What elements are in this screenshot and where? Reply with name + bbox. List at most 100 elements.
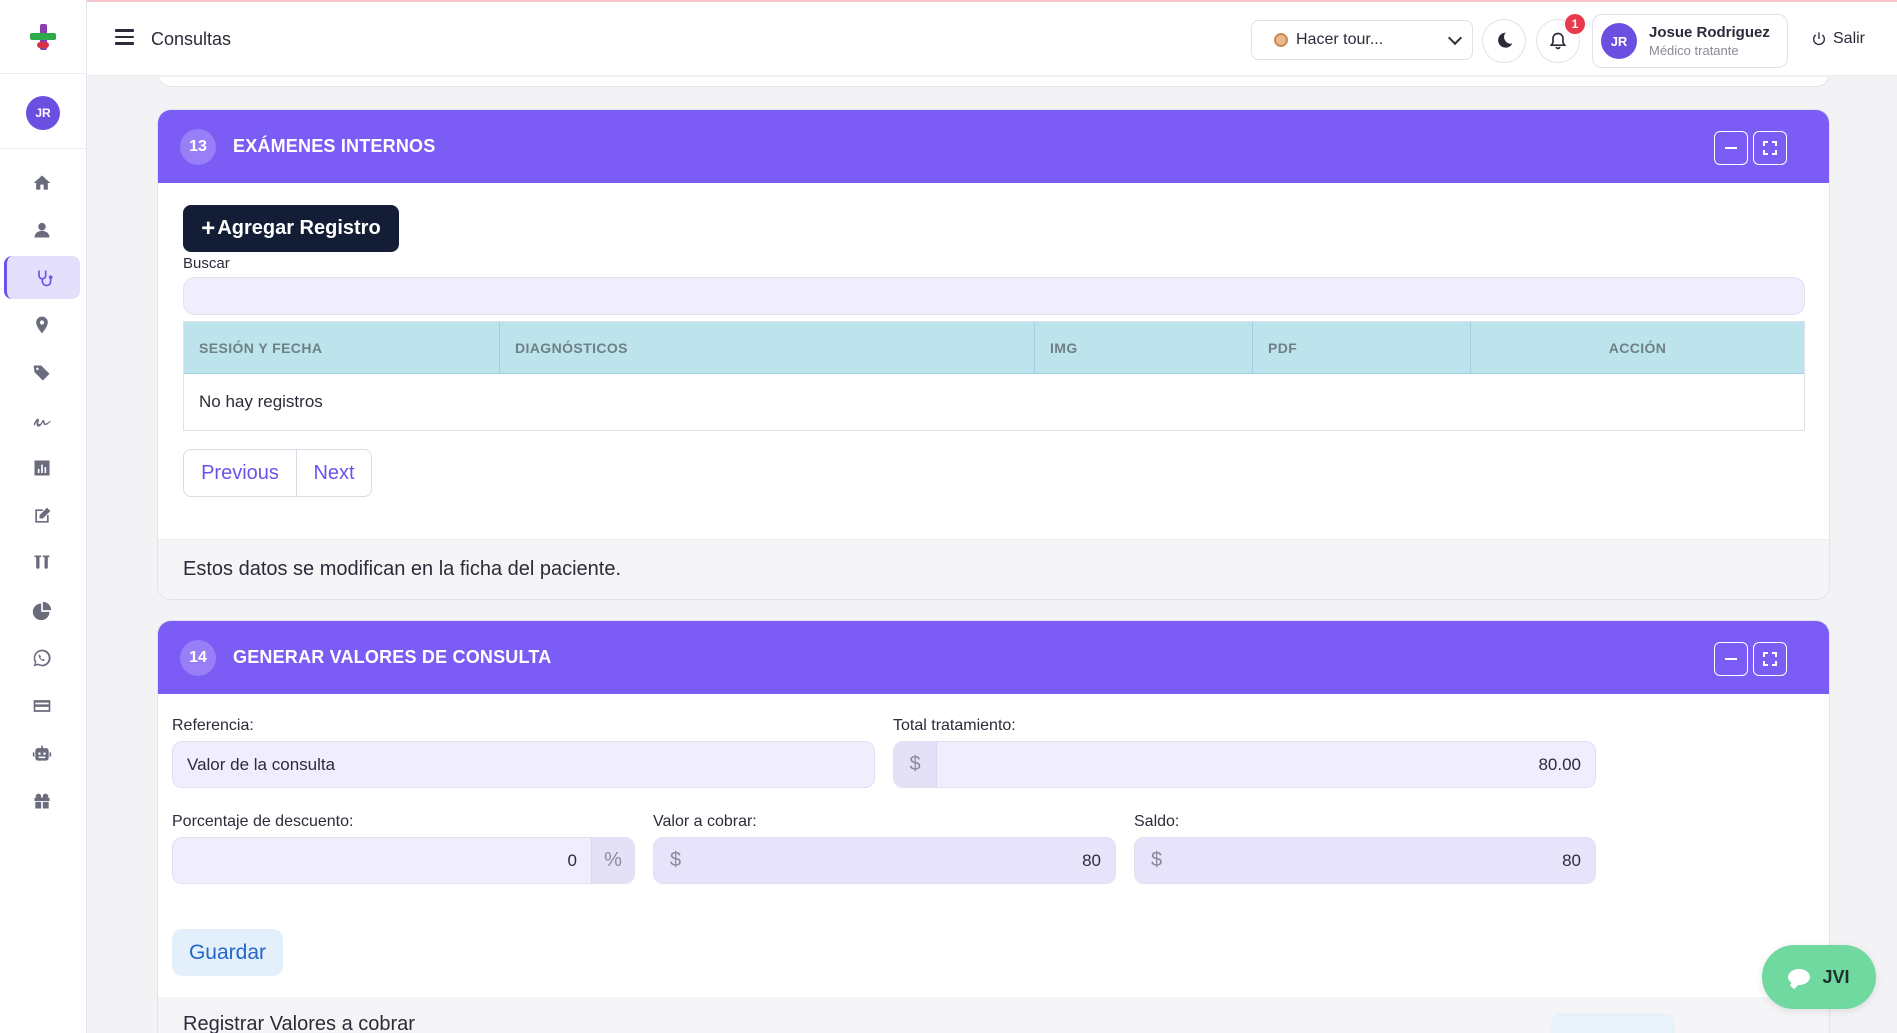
logout-button[interactable]: Salir [1811,30,1865,48]
minus-icon [1725,146,1737,150]
top-header: Consultas Hacer tour... 1 JR Josue Rodri… [87,2,1897,76]
register-values-label: Registrar Valores a cobrar [183,1013,415,1033]
sidebar-item-stats[interactable] [4,589,80,632]
logout-label: Salir [1833,30,1866,47]
menu-toggle-icon[interactable] [115,29,134,45]
descuento-value: 0 [567,850,577,870]
chat-assistant-button[interactable]: JVI [1762,945,1876,1009]
column-header[interactable]: DIAGNÓSTICOS [500,322,1035,373]
search-input[interactable] [183,277,1805,315]
pagination: Previous Next [183,449,372,497]
user-icon [34,223,50,238]
home-icon [33,175,51,190]
card-header: 13 EXÁMENES INTERNOS [158,110,1829,183]
dollar-icon: $ [669,849,682,871]
test-tubes-icon [34,555,50,570]
sidebar-item-home[interactable] [4,161,80,204]
examenes-internos-card: 13 EXÁMENES INTERNOS + Agregar Registro … [157,109,1830,600]
plus-icon: + [201,214,216,242]
dollar-icon: $ [1150,849,1163,871]
column-header[interactable]: PDF [1253,322,1471,373]
card-header: 14 GENERAR VALORES DE CONSULTA [158,621,1829,694]
robot-icon [32,745,52,761]
sidebar-item-tags[interactable] [4,351,80,394]
sidebar-avatar[interactable]: JR [26,96,60,130]
maximize-button[interactable] [1753,131,1787,165]
register-values-button[interactable] [1551,1013,1675,1033]
sidebar-item-lab[interactable] [4,542,80,585]
search-label: Buscar [183,255,230,272]
sidebar-item-payments[interactable] [4,685,80,728]
sidebar-nav [0,161,86,823]
descuento-label: Porcentaje de descuento: [172,813,354,830]
referencia-field[interactable]: Valor de la consulta [172,741,875,788]
section-number: 14 [180,639,216,676]
add-record-button[interactable]: + Agregar Registro [183,205,399,252]
cobrar-value: 80 [1082,850,1101,870]
cobrar-label: Valor a cobrar: [653,813,757,830]
sidebar-item-locations[interactable] [4,304,80,347]
user-menu[interactable]: JR Josue Rodriguez Médico tratante [1592,14,1788,68]
sidebar-item-bot[interactable] [4,732,80,775]
bell-icon [1549,32,1567,50]
gift-icon [34,793,50,809]
main-content: 13 EXÁMENES INTERNOS + Agregar Registro … [87,77,1897,1033]
compass-icon [1274,33,1288,47]
user-role: Médico tratante [1649,43,1739,58]
column-header[interactable]: IMG [1035,322,1253,373]
map-pin-icon [36,316,48,334]
total-label: Total tratamiento: [893,717,1016,734]
records-table: SESIÓN Y FECHA DIAGNÓSTICOS IMG PDF ACCI… [183,321,1805,431]
next-page-button[interactable]: Next [297,449,372,497]
save-button[interactable]: Guardar [172,929,283,976]
credit-card-icon [33,700,51,712]
minimize-button[interactable] [1714,131,1748,165]
dollar-icon: $ [894,742,937,787]
total-field[interactable]: $ 80.00 [893,741,1596,788]
dark-mode-toggle[interactable] [1482,19,1526,63]
saldo-field[interactable]: $ 80 [1134,837,1596,884]
sidebar-divider [0,148,86,149]
tags-icon [33,365,50,381]
percent-icon: % [591,838,634,883]
minus-icon [1725,657,1737,661]
sidebar: JR [0,0,87,1033]
cobrar-field[interactable]: $ 80 [653,837,1116,884]
expand-icon [1763,652,1777,666]
logo-area[interactable] [0,0,86,74]
sidebar-item-signature[interactable] [4,399,80,442]
previous-card-bottom [157,77,1830,87]
chevron-down-icon [1447,30,1463,46]
column-header[interactable]: SESIÓN Y FECHA [184,322,500,373]
previous-page-button[interactable]: Previous [183,449,297,497]
descuento-field[interactable]: 0 % [172,837,635,884]
empty-row: No hay registros [199,392,323,411]
app-logo [26,20,60,54]
tour-select[interactable]: Hacer tour... [1251,20,1473,60]
chat-bubble-icon [1788,969,1811,985]
user-name: Josue Rodriguez [1649,24,1770,41]
sidebar-item-reports[interactable] [4,447,80,490]
minimize-button[interactable] [1714,642,1748,676]
sidebar-item-consultas[interactable] [4,256,80,300]
moon-icon [1498,32,1513,48]
power-icon [1813,32,1825,46]
notifications-badge: 1 [1565,14,1585,34]
add-record-label: Agregar Registro [217,217,381,239]
stethoscope-icon [37,270,52,287]
maximize-button[interactable] [1753,642,1787,676]
sidebar-item-patients[interactable] [4,209,80,252]
column-header[interactable]: ACCIÓN [1471,322,1804,373]
sidebar-item-gifts[interactable] [4,780,80,823]
expand-icon [1763,141,1777,155]
edit-icon [35,507,51,523]
card-title: EXÁMENES INTERNOS [233,136,436,156]
chat-assistant-label: JVI [1822,966,1850,987]
total-value: 80.00 [1538,754,1581,774]
avatar: JR [1601,23,1637,59]
sidebar-item-edit[interactable] [4,494,80,537]
saldo-label: Saldo: [1134,813,1180,830]
table-header: SESIÓN Y FECHA DIAGNÓSTICOS IMG PDF ACCI… [184,322,1804,374]
tour-select-label: Hacer tour... [1296,31,1384,48]
sidebar-item-whatsapp[interactable] [4,637,80,680]
